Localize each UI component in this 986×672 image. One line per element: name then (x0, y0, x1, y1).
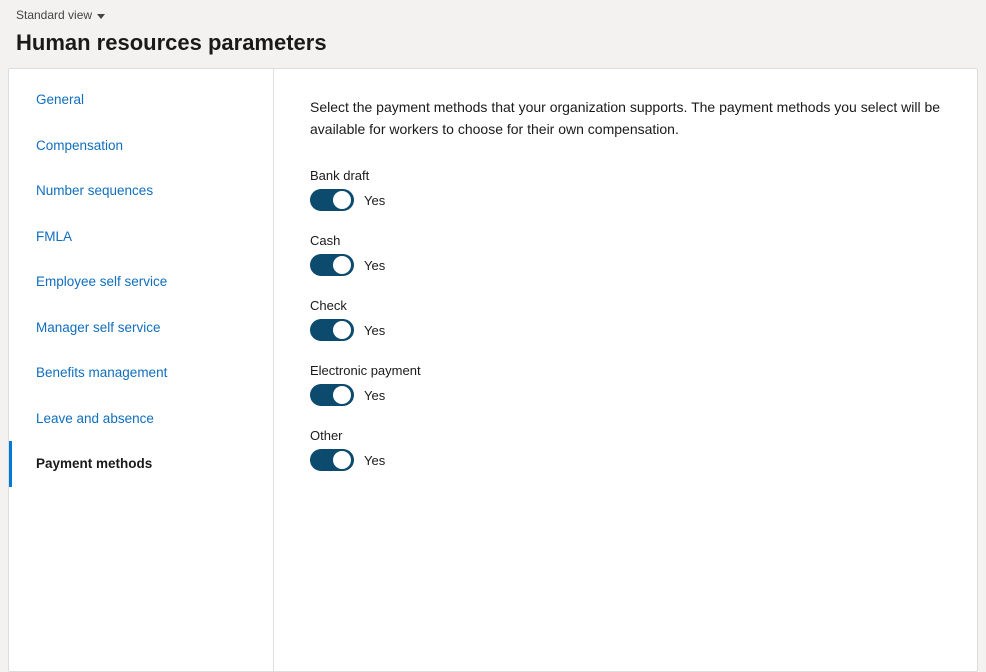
chevron-down-icon (97, 14, 105, 19)
sidebar-item-benefits-management[interactable]: Benefits management (9, 350, 273, 396)
sidebar-item-leave-and-absence[interactable]: Leave and absence (9, 396, 273, 442)
page-title: Human resources parameters (0, 26, 986, 68)
method-label-electronic-payment: Electronic payment (310, 363, 941, 378)
methods-container: Bank draftYesCashYesCheckYesElectronic p… (310, 168, 941, 471)
standard-view-label-text: Standard view (16, 8, 92, 22)
toggle-yes-label-cash: Yes (364, 258, 385, 273)
content-area: GeneralCompensationNumber sequencesFMLAE… (8, 68, 978, 672)
toggle-yes-label-electronic-payment: Yes (364, 388, 385, 403)
sidebar-item-fmla[interactable]: FMLA (9, 214, 273, 260)
method-row-other: Other Yes (310, 428, 941, 471)
toggle-check[interactable] (310, 319, 354, 341)
toggle-other[interactable] (310, 449, 354, 471)
sidebar-item-manager-self-service[interactable]: Manager self service (9, 305, 273, 351)
page-wrapper: Standard view Human resources parameters… (0, 0, 986, 672)
toggle-row-check: Yes (310, 319, 941, 341)
top-bar: Standard view (0, 0, 986, 26)
toggle-electronic-payment[interactable] (310, 384, 354, 406)
toggle-row-cash: Yes (310, 254, 941, 276)
method-row-bank-draft: Bank draft Yes (310, 168, 941, 211)
sidebar: GeneralCompensationNumber sequencesFMLAE… (9, 69, 274, 671)
description-text: Select the payment methods that your org… (310, 97, 941, 140)
sidebar-item-number-sequences[interactable]: Number sequences (9, 168, 273, 214)
standard-view-button[interactable]: Standard view (16, 8, 105, 22)
method-row-electronic-payment: Electronic payment Yes (310, 363, 941, 406)
method-row-check: Check Yes (310, 298, 941, 341)
main-content: Select the payment methods that your org… (274, 69, 977, 671)
method-label-check: Check (310, 298, 941, 313)
method-label-cash: Cash (310, 233, 941, 248)
toggle-yes-label-other: Yes (364, 453, 385, 468)
method-label-bank-draft: Bank draft (310, 168, 941, 183)
method-label-other: Other (310, 428, 941, 443)
toggle-bank-draft[interactable] (310, 189, 354, 211)
toggle-cash[interactable] (310, 254, 354, 276)
sidebar-item-compensation[interactable]: Compensation (9, 123, 273, 169)
method-row-cash: Cash Yes (310, 233, 941, 276)
sidebar-item-employee-self-service[interactable]: Employee self service (9, 259, 273, 305)
toggle-row-other: Yes (310, 449, 941, 471)
toggle-row-electronic-payment: Yes (310, 384, 941, 406)
toggle-yes-label-bank-draft: Yes (364, 193, 385, 208)
toggle-yes-label-check: Yes (364, 323, 385, 338)
toggle-row-bank-draft: Yes (310, 189, 941, 211)
sidebar-item-payment-methods[interactable]: Payment methods (9, 441, 273, 487)
sidebar-item-general[interactable]: General (9, 77, 273, 123)
